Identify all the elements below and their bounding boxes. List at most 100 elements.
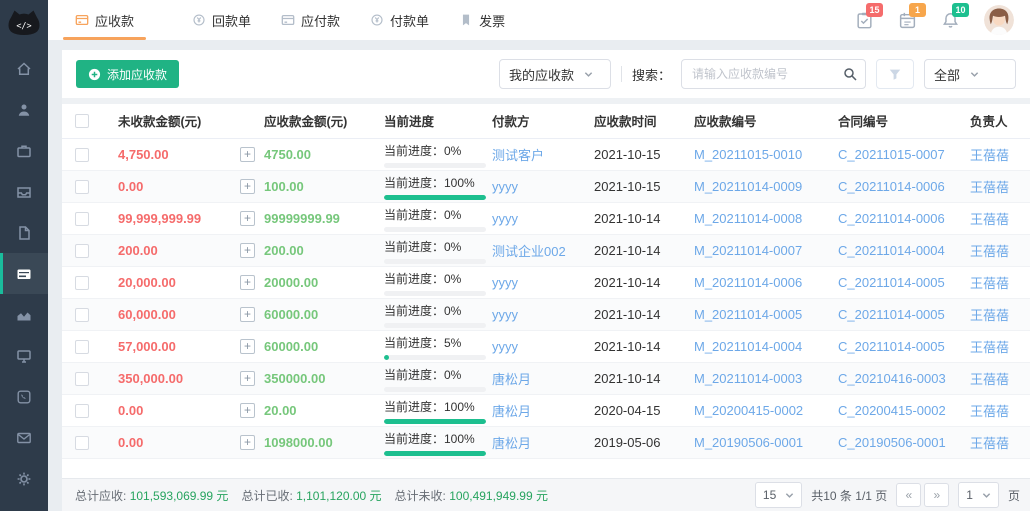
contract-no-link[interactable]: C_20190506-0001 — [838, 435, 946, 450]
receivable-no-link[interactable]: M_20211015-0010 — [694, 147, 802, 162]
payer-link[interactable]: 测试企业002 — [492, 244, 566, 259]
contract-no-link[interactable]: C_20200415-0002 — [838, 403, 946, 418]
sidebar-item-settings[interactable] — [0, 458, 48, 499]
status-select[interactable]: 全部 — [924, 59, 1016, 89]
table-row[interactable]: 0.00 + 20.00 当前进度：100% 唐松月 2020-04-15 M_… — [62, 394, 1030, 426]
table-row[interactable]: 99,999,999.99 + 99999999.99 当前进度：0% yyyy… — [62, 202, 1030, 234]
sidebar-item-reports[interactable] — [0, 294, 48, 335]
sidebar-item-mail[interactable] — [0, 417, 48, 458]
sidebar-item-documents[interactable] — [0, 212, 48, 253]
expand-row-icon[interactable]: + — [240, 243, 255, 258]
expand-row-icon[interactable]: + — [240, 435, 255, 450]
tasks-button[interactable]: 15 — [855, 11, 874, 30]
search-icon[interactable] — [843, 67, 857, 81]
sidebar-item-home[interactable] — [0, 48, 48, 89]
receivable-no-link[interactable]: M_20190506-0001 — [694, 435, 803, 450]
row-checkbox[interactable] — [75, 340, 89, 354]
owner-link[interactable]: 王蓓蓓 — [970, 148, 1009, 163]
expand-row-icon[interactable]: + — [240, 339, 255, 354]
expand-row-icon[interactable]: + — [240, 371, 255, 386]
sidebar-item-finance[interactable] — [0, 253, 48, 294]
owner-link[interactable]: 王蓓蓓 — [970, 212, 1009, 227]
next-page-button[interactable]: » — [924, 483, 949, 507]
contract-no-link[interactable]: C_20211014-0005 — [838, 275, 945, 290]
sidebar-item-inbox[interactable] — [0, 171, 48, 212]
payer-link[interactable]: yyyy — [492, 211, 518, 226]
sidebar-item-workbench[interactable] — [0, 335, 48, 376]
row-checkbox[interactable] — [75, 212, 89, 226]
table-row[interactable]: 200.00 + 200.00 当前进度：0% 测试企业002 2021-10-… — [62, 234, 1030, 266]
owner-link[interactable]: 王蓓蓓 — [970, 244, 1009, 259]
payer-link[interactable]: yyyy — [492, 275, 518, 290]
calendar-button[interactable]: 1 — [898, 11, 917, 30]
row-checkbox[interactable] — [75, 372, 89, 386]
contract-no-link[interactable]: C_20211014-0006 — [838, 179, 945, 194]
expand-row-icon[interactable]: + — [240, 179, 255, 194]
prev-page-button[interactable]: « — [896, 483, 921, 507]
tab-payment-orders[interactable]: 付款单 — [355, 0, 444, 40]
table-row[interactable]: 57,000.00 + 60000.00 当前进度：5% yyyy 2021-1… — [62, 330, 1030, 362]
notifications-button[interactable]: 10 — [941, 11, 960, 30]
owner-link[interactable]: 王蓓蓓 — [970, 404, 1009, 419]
owner-link[interactable]: 王蓓蓓 — [970, 180, 1009, 195]
contract-no-link[interactable]: C_20211014-0006 — [838, 211, 945, 226]
expand-row-icon[interactable]: + — [240, 275, 255, 290]
contract-no-link[interactable]: C_20211014-0004 — [838, 243, 945, 258]
owner-link[interactable]: 王蓓蓓 — [970, 340, 1009, 355]
select-all-checkbox[interactable] — [75, 114, 89, 128]
contract-no-link[interactable]: C_20211015-0007 — [838, 147, 945, 162]
contract-no-link[interactable]: C_20210416-0003 — [838, 371, 946, 386]
row-checkbox[interactable] — [75, 244, 89, 258]
row-checkbox[interactable] — [75, 404, 89, 418]
add-receivable-button[interactable]: 添加应收款 — [76, 60, 179, 88]
payer-link[interactable]: 唐松月 — [492, 436, 531, 451]
scope-select[interactable]: 我的应收款 — [499, 59, 611, 89]
payer-link[interactable]: 唐松月 — [492, 372, 531, 387]
expand-row-icon[interactable]: + — [240, 147, 255, 162]
payer-link[interactable]: 唐松月 — [492, 404, 531, 419]
receivable-no-link[interactable]: M_20211014-0007 — [694, 243, 802, 258]
filter-button[interactable] — [876, 59, 914, 89]
user-avatar[interactable] — [984, 5, 1014, 35]
receivable-no-link[interactable]: M_20211014-0009 — [694, 179, 802, 194]
row-checkbox[interactable] — [75, 276, 89, 290]
expand-row-icon[interactable]: + — [240, 307, 255, 322]
payer-link[interactable]: yyyy — [492, 339, 518, 354]
sidebar-item-call[interactable] — [0, 376, 48, 417]
receivable-no-link[interactable]: M_20211014-0003 — [694, 371, 802, 386]
receivable-no-link[interactable]: M_20211014-0006 — [694, 275, 802, 290]
owner-link[interactable]: 王蓓蓓 — [970, 372, 1009, 387]
table-row[interactable]: 4,750.00 + 4750.00 当前进度：0% 测试客户 2021-10-… — [62, 138, 1030, 170]
owner-link[interactable]: 王蓓蓓 — [970, 308, 1009, 323]
contract-no-link[interactable]: C_20211014-0005 — [838, 339, 945, 354]
row-checkbox[interactable] — [75, 180, 89, 194]
tab-payment-receipts[interactable]: 回款单 — [177, 0, 266, 40]
receivable-no-link[interactable]: M_20200415-0002 — [694, 403, 803, 418]
receivable-no-link[interactable]: M_20211014-0004 — [694, 339, 802, 354]
payer-link[interactable]: yyyy — [492, 179, 518, 194]
tab-payables[interactable]: 应付款 — [266, 0, 355, 40]
payer-link[interactable]: 测试客户 — [492, 148, 544, 163]
expand-row-icon[interactable]: + — [240, 403, 255, 418]
row-checkbox[interactable] — [75, 148, 89, 162]
owner-link[interactable]: 王蓓蓓 — [970, 276, 1009, 291]
tab-invoices[interactable]: 发票 — [444, 0, 520, 40]
expand-row-icon[interactable]: + — [240, 211, 255, 226]
sidebar-item-contacts[interactable] — [0, 89, 48, 130]
payer-link[interactable]: yyyy — [492, 307, 518, 322]
tab-receivables[interactable]: 应收款 — [60, 0, 149, 40]
sidebar-item-business[interactable] — [0, 130, 48, 171]
receivable-no-link[interactable]: M_20211014-0008 — [694, 211, 802, 226]
table-row[interactable]: 60,000.00 + 60000.00 当前进度：0% yyyy 2021-1… — [62, 298, 1030, 330]
row-checkbox[interactable] — [75, 308, 89, 322]
contract-no-link[interactable]: C_20211014-0005 — [838, 307, 945, 322]
table-row[interactable]: 350,000.00 + 350000.00 当前进度：0% 唐松月 2021-… — [62, 362, 1030, 394]
receivable-no-link[interactable]: M_20211014-0005 — [694, 307, 802, 322]
table-row[interactable]: 0.00 + 1098000.00 当前进度：100% 唐松月 2019-05-… — [62, 426, 1030, 458]
page-number-select[interactable]: 1 — [958, 482, 999, 508]
page-size-select[interactable]: 15 — [755, 482, 802, 508]
owner-link[interactable]: 王蓓蓓 — [970, 436, 1009, 451]
table-row[interactable]: 0.00 + 100.00 当前进度：100% yyyy 2021-10-15 … — [62, 170, 1030, 202]
app-logo[interactable]: </> — [0, 0, 48, 46]
row-checkbox[interactable] — [75, 436, 89, 450]
